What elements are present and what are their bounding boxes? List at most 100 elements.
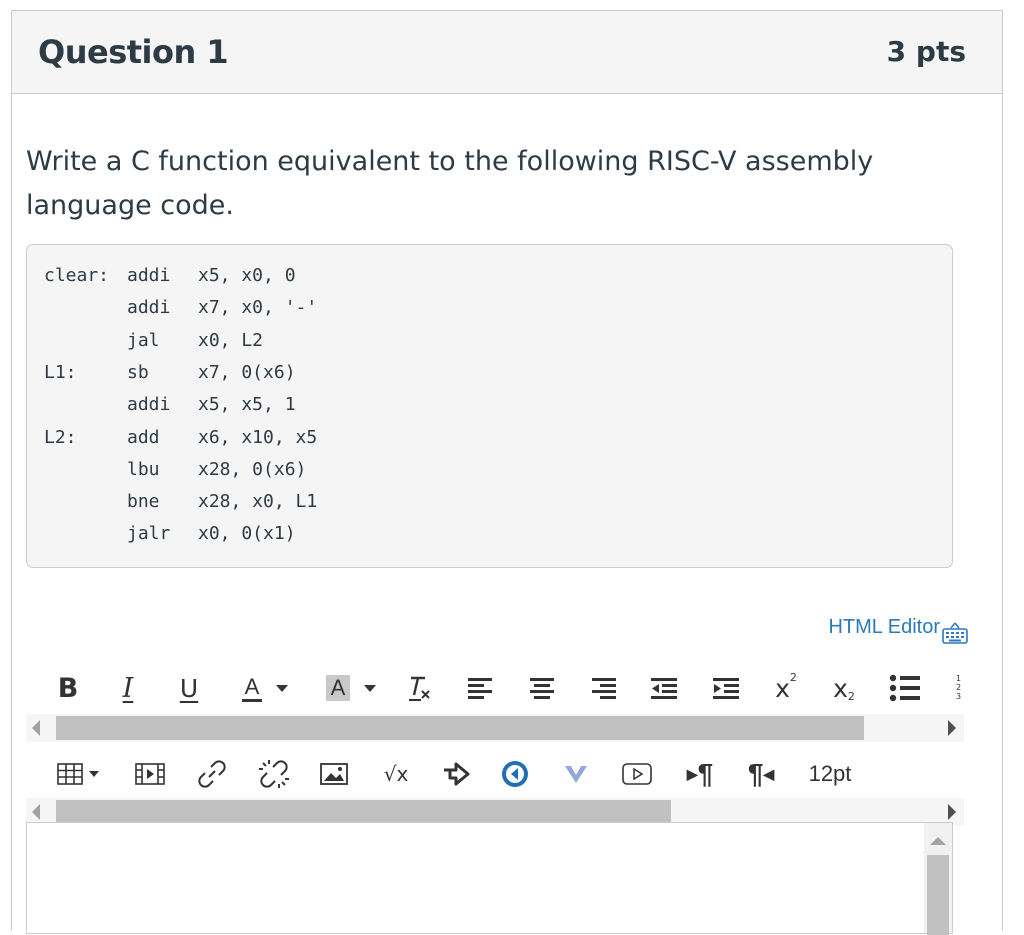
clear-formatting-button[interactable] — [404, 668, 436, 708]
align-center-icon — [530, 678, 554, 699]
code-line-opcode: bne — [127, 491, 160, 513]
film-icon — [135, 763, 165, 785]
indent-icon — [713, 678, 739, 699]
code-line-args: x28, x0, L1 — [198, 491, 318, 513]
clear-formatting-icon — [409, 676, 430, 701]
superscript-button[interactable]: x2 — [770, 668, 802, 708]
unlink-icon — [259, 760, 289, 788]
font-size-dropdown[interactable]: 12pt — [800, 754, 860, 794]
background-color-button[interactable]: A — [316, 668, 386, 708]
numbered-list-button[interactable]: 123 — [954, 668, 966, 708]
code-line-label: L1: — [44, 361, 77, 383]
scroll-left-arrow-icon[interactable] — [32, 804, 40, 820]
subscript-label: x — [833, 673, 848, 703]
superscript-two-glyph: 2 — [789, 670, 797, 684]
scroll-right-arrow-icon[interactable] — [948, 804, 956, 820]
code-line: clear: addi x5, x0, 0 — [44, 265, 924, 291]
share-arrow-icon — [444, 762, 470, 786]
align-center-button[interactable] — [526, 668, 558, 708]
scroll-thumb[interactable] — [56, 800, 671, 824]
code-line: jal x0, L2 — [44, 330, 924, 356]
code-line-label: clear: — [44, 265, 110, 286]
code-line-opcode: sb — [127, 361, 149, 383]
table-button[interactable] — [52, 754, 104, 794]
embed-button[interactable] — [440, 754, 472, 794]
code-line-opcode: jal — [127, 329, 160, 351]
scroll-thumb[interactable] — [927, 855, 949, 935]
circle-arrow-icon — [502, 761, 528, 787]
editor-toolbar-insert: √x ▶ ¶ ¶ ◀ 12pt — [36, 754, 966, 794]
align-left-button[interactable] — [464, 668, 496, 708]
question-points: 3 pts — [886, 35, 966, 68]
apps-button[interactable] — [560, 754, 592, 794]
scroll-right-arrow-icon[interactable] — [948, 720, 956, 736]
underline-label: U — [179, 673, 199, 703]
svg-text:1: 1 — [956, 674, 961, 683]
underline-button[interactable]: U — [174, 668, 204, 708]
code-block: clear: addi x5, x0, 0 addi x7, x0, '-' jal x0,… — [26, 244, 953, 568]
code-line-opcode: addi — [127, 297, 171, 319]
italic-button[interactable]: I — [114, 668, 142, 708]
superscript-label: x — [775, 673, 790, 703]
bold-button[interactable]: B — [54, 668, 82, 708]
numbered-list-icon: 123 — [956, 674, 961, 701]
code-line: addi x5, x5, 1 — [44, 394, 924, 420]
chevron-down-icon — [276, 684, 289, 692]
ltr-button[interactable]: ▶ ¶ — [684, 754, 716, 794]
font-color-button[interactable]: A — [230, 668, 300, 708]
code-line-args: x7, x0, '-' — [198, 297, 318, 319]
code-line-args: x0, 0(x1) — [198, 523, 296, 545]
link-button[interactable] — [196, 754, 228, 794]
bullet-list-icon — [889, 674, 920, 702]
toolbar-horizontal-scrollbar-1[interactable] — [26, 714, 964, 742]
indent-button[interactable] — [710, 668, 742, 708]
svg-text:3: 3 — [956, 692, 961, 701]
link-icon — [198, 760, 226, 788]
bullet-list-button[interactable] — [888, 668, 922, 708]
svg-text:2: 2 — [956, 683, 961, 692]
code-line-args: x6, x10, x5 — [198, 426, 318, 448]
code-line-label: L2: — [44, 426, 77, 448]
image-button[interactable] — [318, 754, 350, 794]
outdent-icon — [651, 678, 677, 699]
align-right-icon — [592, 678, 616, 699]
chevron-down-icon — [89, 771, 99, 777]
editor-vertical-scrollbar[interactable] — [924, 823, 952, 935]
image-icon — [320, 763, 348, 785]
pilcrow-icon: ¶ — [697, 758, 714, 789]
equation-button[interactable]: √x — [378, 754, 414, 794]
v-logo-icon — [565, 766, 587, 783]
code-line: L1: sb x7, 0(x6) — [44, 362, 924, 388]
code-line-args: x28, 0(x6) — [198, 458, 307, 480]
align-left-icon — [468, 678, 492, 699]
scroll-left-arrow-icon[interactable] — [32, 720, 40, 736]
question-text: Write a C function equivalent to the fol… — [26, 146, 874, 221]
rtl-button[interactable]: ¶ ◀ — [744, 754, 778, 794]
answer-editor-area[interactable] — [26, 822, 953, 935]
scroll-thumb[interactable] — [56, 716, 864, 740]
code-line-opcode: jalr — [127, 523, 171, 545]
subscript-button[interactable]: x2 — [828, 668, 860, 708]
keyboard-icon — [942, 622, 968, 644]
table-icon — [57, 763, 83, 785]
code-line-opcode: addi — [127, 265, 171, 286]
code-line: bne x28, x0, L1 — [44, 491, 924, 517]
code-line-args: x5, x5, 1 — [198, 394, 296, 416]
square-root-icon: √x — [383, 762, 409, 786]
align-right-button[interactable] — [588, 668, 620, 708]
code-line-opcode: add — [127, 426, 160, 448]
media-button[interactable] — [134, 754, 166, 794]
outdent-button[interactable] — [648, 668, 680, 708]
youtube-button[interactable] — [620, 754, 654, 794]
html-editor-label: HTML Editor — [828, 616, 940, 638]
rtl-arrow-icon: ◀ — [763, 765, 775, 782]
html-editor-link[interactable]: HTML Editor — [828, 616, 968, 644]
record-media-button[interactable] — [498, 754, 532, 794]
code-line: addi x7, x0, '-' — [44, 297, 924, 323]
pilcrow-icon: ¶ — [747, 758, 764, 789]
chevron-down-icon — [364, 684, 377, 692]
code-line-args: x5, x0, 0 — [198, 265, 296, 286]
scroll-up-arrow-icon[interactable] — [930, 837, 946, 845]
unlink-button[interactable] — [256, 754, 292, 794]
editor-toolbar-formatting: B I U A A x2 x2 123 — [36, 668, 966, 708]
